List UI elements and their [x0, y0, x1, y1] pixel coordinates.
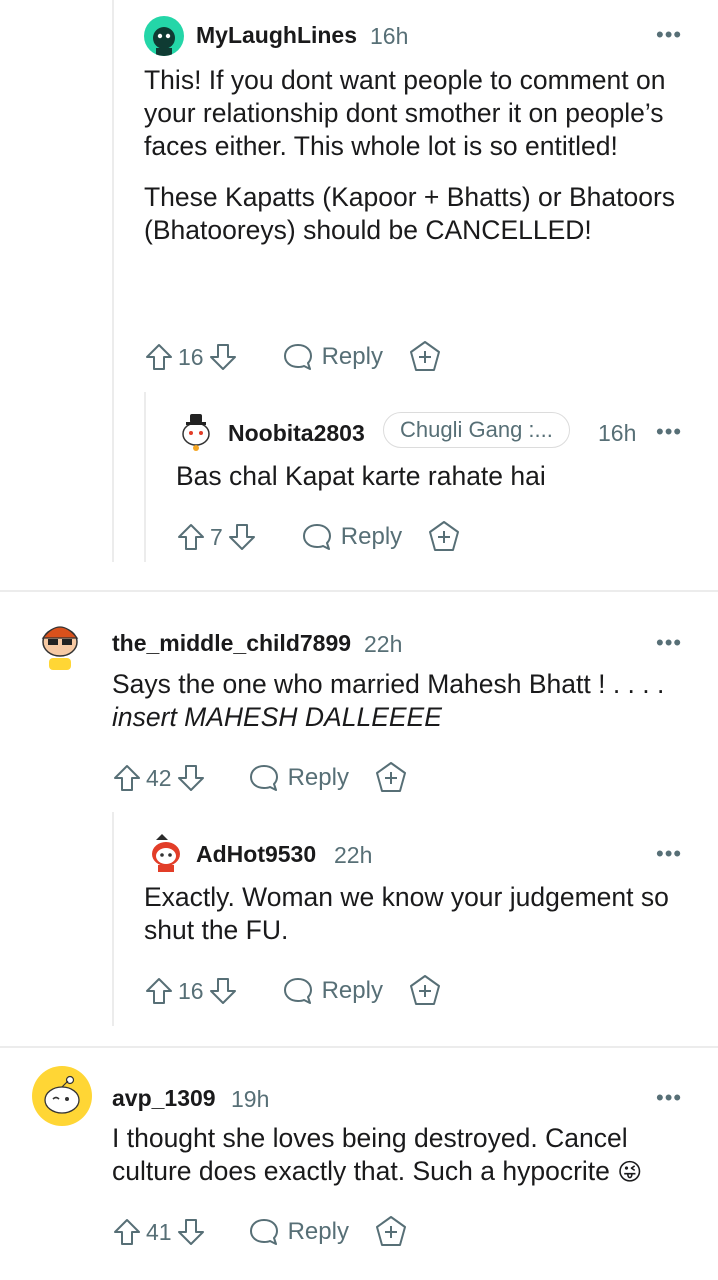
- upvote-icon[interactable]: [112, 763, 142, 793]
- reply-button[interactable]: Reply: [248, 763, 349, 793]
- comment-divider: [0, 590, 718, 592]
- comment-paragraph: Exactly. Woman we know your judgement so…: [144, 882, 669, 945]
- reply-label: Reply: [340, 523, 403, 550]
- action-bar: 7 Reply: [176, 517, 462, 557]
- reply-bubble-icon: [282, 342, 314, 372]
- more-options-icon[interactable]: •••: [656, 24, 682, 46]
- downvote-icon[interactable]: [176, 1217, 206, 1247]
- vote-count: 7: [210, 523, 223, 550]
- more-options-icon[interactable]: •••: [656, 421, 682, 443]
- avatar[interactable]: [32, 1066, 92, 1126]
- award-plus-icon[interactable]: [373, 1214, 409, 1250]
- award-plus-icon[interactable]: [407, 973, 443, 1009]
- comment-paragraph-italic: insert MAHESH DALLEEEE: [112, 701, 702, 734]
- timestamp: 16h: [370, 23, 409, 49]
- comment-body: This! If you dont want people to comment…: [144, 64, 684, 247]
- action-bar: 16 Reply: [144, 971, 443, 1011]
- upvote-icon[interactable]: [112, 1217, 142, 1247]
- reply-label: Reply: [321, 343, 383, 370]
- reply-button[interactable]: Reply: [301, 522, 402, 552]
- downvote-icon[interactable]: [208, 342, 238, 372]
- reply-bubble-icon: [248, 1217, 280, 1247]
- emoji: 😜: [617, 1159, 643, 1186]
- comment-paragraph: This! If you dont want people to comment…: [144, 65, 666, 161]
- comment-paragraph: I thought she loves being destroyed. Can…: [112, 1122, 692, 1189]
- comment-body: I thought she loves being destroyed. Can…: [112, 1122, 692, 1189]
- upvote-icon[interactable]: [176, 522, 206, 552]
- username[interactable]: MyLaughLines: [196, 22, 357, 49]
- downvote-icon[interactable]: [208, 976, 238, 1006]
- upvote-icon[interactable]: [144, 976, 174, 1006]
- action-bar: 16 Reply: [144, 337, 443, 377]
- award-plus-icon[interactable]: [373, 760, 409, 796]
- reply-button[interactable]: Reply: [282, 342, 383, 372]
- italic-text: insert MAHESH DALLEEEE: [112, 702, 442, 732]
- reply-bubble-icon: [282, 976, 314, 1006]
- reply-bubble-icon: [248, 763, 280, 793]
- timestamp: 22h: [364, 631, 403, 657]
- reply-label: Reply: [321, 977, 383, 1004]
- upvote-icon[interactable]: [144, 342, 174, 372]
- user-flair: Chugli Gang :...: [383, 412, 570, 448]
- more-options-icon[interactable]: •••: [656, 1087, 682, 1109]
- comment-text: I thought she loves being destroyed. Can…: [112, 1123, 628, 1186]
- comment-divider: [0, 1046, 718, 1048]
- timestamp: 19h: [231, 1086, 270, 1112]
- timestamp: 22h: [334, 842, 373, 868]
- downvote-icon[interactable]: [227, 522, 257, 552]
- thread-line: [112, 0, 114, 562]
- reply-label: Reply: [287, 1218, 349, 1245]
- comment-paragraph: Says the one who married Mahesh Bhatt ! …: [112, 669, 665, 699]
- reply-label: Reply: [287, 764, 349, 791]
- avatar[interactable]: [144, 16, 184, 56]
- username[interactable]: AdHot9530: [196, 841, 316, 868]
- more-options-icon[interactable]: •••: [656, 843, 682, 865]
- vote-count: 41: [146, 1218, 172, 1245]
- thread-line: [112, 812, 114, 1026]
- action-bar: 42 Reply: [112, 758, 409, 798]
- vote-count: 42: [146, 764, 172, 791]
- action-bar: 41 Reply: [112, 1212, 409, 1252]
- comment-body: Bas chal Kapat karte rahate hai: [176, 460, 696, 493]
- comment-paragraph: These Kapatts (Kapoor + Bhatts) or Bhato…: [144, 182, 676, 245]
- comment-body: Exactly. Woman we know your judgement so…: [144, 881, 684, 947]
- reply-button[interactable]: Reply: [282, 976, 383, 1006]
- username[interactable]: avp_1309: [112, 1085, 216, 1112]
- more-options-icon[interactable]: •••: [656, 632, 682, 654]
- vote-count: 16: [178, 343, 204, 370]
- award-plus-icon[interactable]: [426, 519, 462, 555]
- award-plus-icon[interactable]: [407, 339, 443, 375]
- reply-bubble-icon: [301, 522, 333, 552]
- avatar[interactable]: [176, 410, 216, 452]
- username[interactable]: the_middle_child7899: [112, 630, 351, 657]
- downvote-icon[interactable]: [176, 763, 206, 793]
- comment-body: Says the one who married Mahesh Bhatt ! …: [112, 668, 702, 734]
- avatar[interactable]: [36, 612, 84, 674]
- vote-count: 16: [178, 977, 204, 1004]
- comment-paragraph: Bas chal Kapat karte rahate hai: [176, 461, 546, 491]
- timestamp: 16h: [598, 420, 637, 446]
- reply-button[interactable]: Reply: [248, 1217, 349, 1247]
- avatar[interactable]: [146, 832, 186, 874]
- thread-line: [144, 392, 146, 562]
- username[interactable]: Noobita2803: [228, 420, 365, 447]
